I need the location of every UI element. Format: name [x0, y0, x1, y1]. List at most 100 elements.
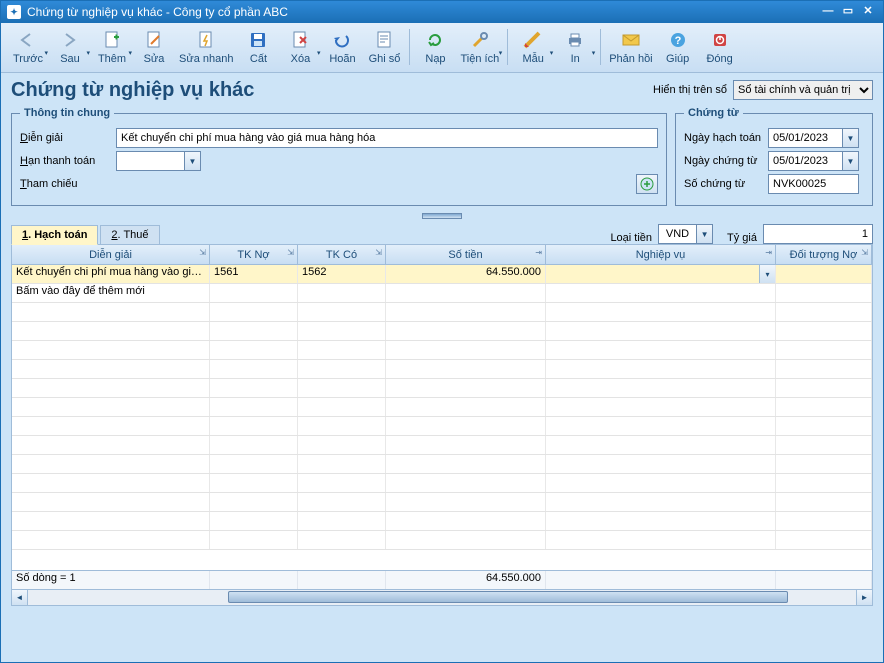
- entries-grid: Diễn giải⇲ TK Nợ⇲ TK Có⇲ Số tiền⇥ Nghiệp…: [11, 244, 873, 590]
- splitter-grip[interactable]: [422, 213, 462, 219]
- undo-button[interactable]: Hoãn: [321, 27, 363, 67]
- cell-debit[interactable]: 1561: [210, 265, 298, 283]
- voucher-no-input[interactable]: [768, 174, 859, 194]
- table-row[interactable]: [12, 417, 872, 436]
- close-button[interactable]: Đóng: [699, 27, 741, 67]
- cell-amount[interactable]: 64.550.000: [386, 265, 546, 283]
- cell-op[interactable]: ▾: [546, 265, 776, 283]
- cell-dobj[interactable]: [776, 265, 872, 283]
- table-row[interactable]: [12, 341, 872, 360]
- voucher-no-label: Số chứng từ: [684, 178, 768, 190]
- undo-icon: [331, 29, 353, 51]
- scroll-thumb[interactable]: [228, 591, 788, 603]
- voucher-legend: Chứng từ: [684, 107, 743, 119]
- add-button[interactable]: Thêm: [91, 27, 133, 67]
- col-amount[interactable]: Số tiền⇥: [386, 245, 546, 264]
- table-row[interactable]: [12, 398, 872, 417]
- table-row[interactable]: [12, 436, 872, 455]
- paydue-input[interactable]: [116, 151, 184, 171]
- rate-input[interactable]: [763, 224, 873, 244]
- col-desc[interactable]: Diễn giải⇲: [12, 245, 210, 264]
- currency-combo[interactable]: ▼: [658, 224, 713, 244]
- close-window-button[interactable]: ✕: [859, 5, 877, 19]
- header-bar: Chứng từ nghiệp vụ khác Hiển thị trên sổ…: [1, 73, 883, 107]
- grid-body[interactable]: Kết chuyển chi phí mua hàng vào giá m 15…: [12, 265, 872, 570]
- post-button[interactable]: Ghi sổ: [363, 27, 405, 67]
- help-icon: ?: [667, 29, 689, 51]
- delete-button[interactable]: Xóa: [279, 27, 321, 67]
- posted-date-combo[interactable]: ▼: [768, 128, 859, 148]
- toolbar-separator: [600, 29, 601, 65]
- load-button[interactable]: Nạp: [414, 27, 456, 67]
- posted-date-input[interactable]: [768, 128, 842, 148]
- splitter-bar: [1, 212, 883, 220]
- save-button[interactable]: Cất: [237, 27, 279, 67]
- printer-icon: [564, 29, 586, 51]
- currency-input[interactable]: [658, 224, 696, 244]
- chevron-down-icon[interactable]: ▼: [842, 151, 859, 171]
- app-window: ✦ Chứng từ nghiệp vụ khác - Công ty cổ p…: [0, 0, 884, 663]
- desc-input[interactable]: [116, 128, 658, 148]
- document-add-icon: [101, 29, 123, 51]
- cell-credit[interactable]: 1562: [298, 265, 386, 283]
- prev-button[interactable]: Trước: [7, 27, 49, 67]
- arrow-right-icon: [59, 29, 81, 51]
- col-debit[interactable]: TK Nợ⇲: [210, 245, 298, 264]
- display-on-label: Hiển thị trên sổ: [653, 84, 727, 96]
- table-row[interactable]: [12, 379, 872, 398]
- paydue-combo[interactable]: ▼: [116, 151, 201, 171]
- table-row[interactable]: [12, 303, 872, 322]
- ledger-icon: [373, 29, 395, 51]
- document-edit-icon: [143, 29, 165, 51]
- footer-rowcount: Số dòng = 1: [12, 571, 210, 589]
- maximize-button[interactable]: ▭: [839, 5, 857, 19]
- table-row[interactable]: [12, 455, 872, 474]
- voucher-date-combo[interactable]: ▼: [768, 151, 859, 171]
- help-button[interactable]: ? Giúp: [657, 27, 699, 67]
- paydue-label: Hạn thanh toán: [20, 155, 116, 167]
- tab-tax[interactable]: 2. Thuế: [100, 225, 159, 244]
- table-row[interactable]: [12, 322, 872, 341]
- ruler-icon: [522, 29, 544, 51]
- horizontal-scrollbar[interactable]: ◄ ►: [11, 590, 873, 606]
- col-op[interactable]: Nghiệp vụ⇥: [546, 245, 776, 264]
- chevron-down-icon[interactable]: ▼: [842, 128, 859, 148]
- col-dobj[interactable]: Đối tượng Nợ⇲: [776, 245, 872, 264]
- table-row[interactable]: [12, 360, 872, 379]
- scroll-track[interactable]: [28, 590, 856, 605]
- toolbar: Trước Sau Thêm Sửa Sửa nhanh Cất Xóa Ho: [1, 23, 883, 73]
- document-delete-icon: [289, 29, 311, 51]
- table-row[interactable]: [12, 512, 872, 531]
- chevron-down-icon[interactable]: ▼: [696, 224, 713, 244]
- ref-add-button[interactable]: [636, 174, 658, 194]
- new-row-hint[interactable]: Bấm vào đây để thêm mới: [12, 284, 872, 303]
- voucher-fieldset: Chứng từ Ngày hạch toán ▼ Ngày chứng từ …: [675, 107, 873, 206]
- chevron-down-icon[interactable]: ▾: [759, 265, 775, 283]
- chevron-down-icon[interactable]: ▼: [184, 151, 201, 171]
- edit-button[interactable]: Sửa: [133, 27, 175, 67]
- minimize-button[interactable]: —: [819, 5, 837, 19]
- table-row[interactable]: [12, 474, 872, 493]
- table-row[interactable]: Kết chuyển chi phí mua hàng vào giá m 15…: [12, 265, 872, 284]
- display-on-select[interactable]: Sổ tài chính và quản trị: [733, 80, 873, 100]
- col-credit[interactable]: TK Có⇲: [298, 245, 386, 264]
- tab-accounting[interactable]: 1. Hạch toán: [11, 225, 98, 245]
- table-row[interactable]: [12, 493, 872, 512]
- scroll-right-button[interactable]: ►: [856, 590, 872, 605]
- grid-header: Diễn giải⇲ TK Nợ⇲ TK Có⇲ Số tiền⇥ Nghiệp…: [12, 245, 872, 265]
- voucher-date-input[interactable]: [768, 151, 842, 171]
- quick-edit-button[interactable]: Sửa nhanh: [175, 27, 237, 67]
- tabs-row: 1. Hạch toán 2. Thuế Loại tiền ▼ Tỷ giá: [1, 220, 883, 244]
- table-row[interactable]: [12, 531, 872, 550]
- scroll-left-button[interactable]: ◄: [12, 590, 28, 605]
- cell-desc[interactable]: Kết chuyển chi phí mua hàng vào giá m: [12, 265, 210, 283]
- app-icon: ✦: [7, 5, 21, 19]
- document-flash-icon: [195, 29, 217, 51]
- feedback-button[interactable]: Phản hồi: [605, 27, 656, 67]
- pin-icon: ⇲: [199, 248, 206, 257]
- utilities-button[interactable]: Tiện ích: [456, 27, 503, 67]
- print-button[interactable]: In: [554, 27, 596, 67]
- pin-icon: ⇲: [287, 248, 294, 257]
- next-button[interactable]: Sau: [49, 27, 91, 67]
- template-button[interactable]: Mẫu: [512, 27, 554, 67]
